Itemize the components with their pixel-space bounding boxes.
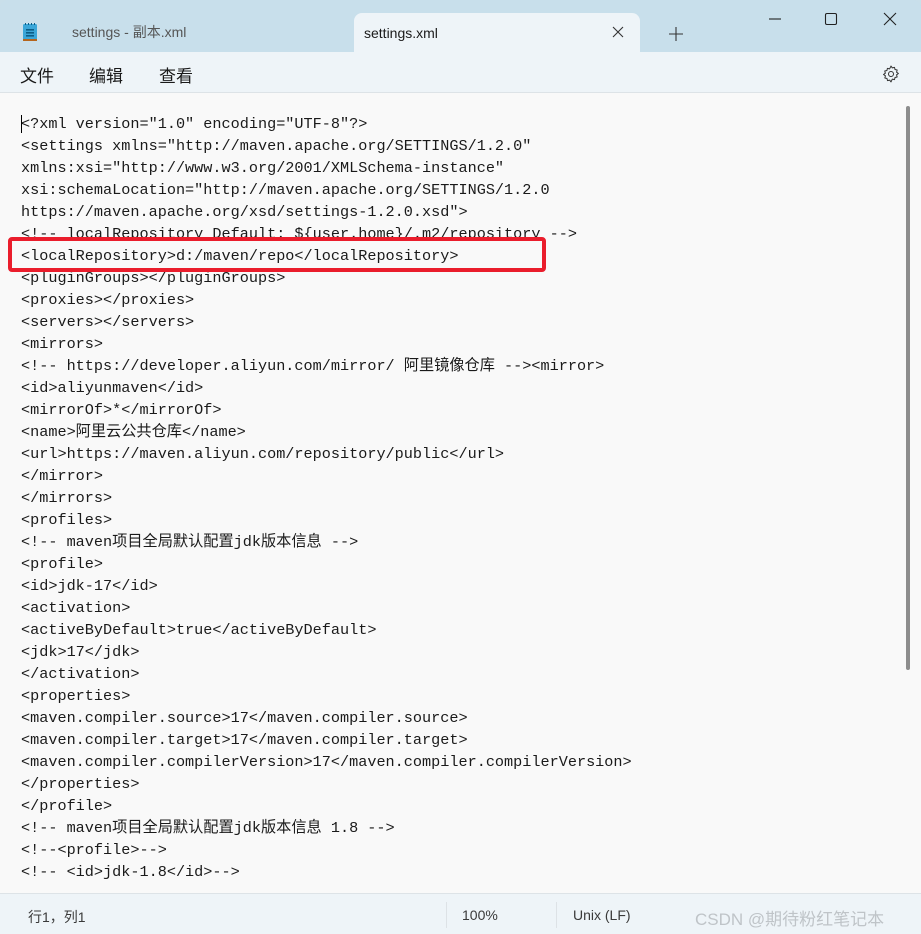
menu-edit[interactable]: 编辑 xyxy=(89,62,123,87)
code-line: <pluginGroups></pluginGroups> xyxy=(21,269,286,287)
notepad-window: settings - 副本.xml settings.xml 文件 编辑 查看 … xyxy=(0,0,921,934)
code-line: <!-- maven项目全局默认配置jdk版本信息 --> xyxy=(21,533,359,551)
vertical-scrollbar[interactable] xyxy=(906,106,910,670)
tab-label: settings.xml xyxy=(364,24,438,41)
tab-label: settings - 副本.xml xyxy=(72,24,187,40)
line-ending[interactable]: Unix (LF) xyxy=(573,907,631,923)
code-line: <name>阿里云公共仓库</name> xyxy=(21,423,246,441)
plus-icon xyxy=(669,27,683,41)
code-line: <profile> xyxy=(21,555,104,573)
code-line: <profiles> xyxy=(21,511,113,529)
minimize-button[interactable] xyxy=(755,6,795,32)
text-editor[interactable]: <?xml version="1.0" encoding="UTF-8"?> <s… xyxy=(0,93,921,893)
code-line: <!-- localRepository Default: ${user.hom… xyxy=(21,225,577,243)
menu-bar: 文件 编辑 查看 xyxy=(0,52,921,93)
title-bar: settings - 副本.xml settings.xml xyxy=(0,0,921,52)
close-tab-button[interactable] xyxy=(608,22,628,42)
close-icon xyxy=(883,12,897,26)
code-line: <!-- <id>jdk-1.8</id>--> xyxy=(21,863,240,881)
code-line: <activeByDefault>true</activeByDefault> xyxy=(21,621,377,639)
text-caret xyxy=(21,115,22,133)
cursor-position: 行1，列1 xyxy=(28,909,86,925)
status-divider xyxy=(556,902,557,928)
code-line: <jdk>17</jdk> xyxy=(21,643,140,661)
code-line: <!-- https://developer.aliyun.com/mirror… xyxy=(21,357,605,375)
code-line: <servers></servers> xyxy=(21,313,195,331)
code-line: </properties> xyxy=(21,775,140,793)
close-window-button[interactable] xyxy=(870,6,910,32)
code-line: <proxies></proxies> xyxy=(21,291,195,309)
code-line: <url>https://maven.aliyun.com/repository… xyxy=(21,445,505,463)
code-line: </profile> xyxy=(21,797,113,815)
code-line: </mirrors> xyxy=(21,489,113,507)
code-line: </activation> xyxy=(21,665,140,683)
code-line: xsi:schemaLocation="http://maven.apache.… xyxy=(21,181,550,199)
code-line: <id>aliyunmaven</id> xyxy=(21,379,204,397)
code-line-highlighted: <localRepository>d:/maven/repo</localRep… xyxy=(21,247,459,265)
code-line: <settings xmlns="http://maven.apache.org… xyxy=(21,137,532,155)
code-line: <mirrors> xyxy=(21,335,104,353)
menu-file[interactable]: 文件 xyxy=(20,62,54,87)
code-line: <maven.compiler.source>17</maven.compile… xyxy=(21,709,468,727)
menu-view[interactable]: 查看 xyxy=(159,62,193,87)
code-line: <mirrorOf>*</mirrorOf> xyxy=(21,401,222,419)
tab-settings[interactable]: settings.xml xyxy=(354,13,640,52)
watermark: CSDN @期待粉红笔记本 xyxy=(695,910,885,929)
maximize-icon xyxy=(824,12,838,26)
code-line: <!--<profile>--> xyxy=(21,841,167,859)
maximize-button[interactable] xyxy=(811,6,851,32)
settings-button[interactable] xyxy=(878,61,904,87)
code-line: <maven.compiler.compilerVersion>17</mave… xyxy=(21,753,632,771)
code-line: <!-- maven项目全局默认配置jdk版本信息 1.8 --> xyxy=(21,819,395,837)
close-icon xyxy=(612,26,624,38)
notepad-icon xyxy=(22,22,38,42)
code-line: https://maven.apache.org/xsd/settings-1.… xyxy=(21,203,468,221)
new-tab-button[interactable] xyxy=(664,22,688,46)
gear-icon xyxy=(883,65,899,83)
status-bar: 行1，列1 100% Unix (LF) CSDN @期待粉红笔记本 xyxy=(0,893,921,934)
status-divider xyxy=(446,902,447,928)
code-line: <properties> xyxy=(21,687,131,705)
zoom-level[interactable]: 100% xyxy=(462,907,498,923)
code-line: <?xml version="1.0" encoding="UTF-8"?> xyxy=(21,115,368,133)
code-line: <maven.compiler.target>17</maven.compile… xyxy=(21,731,468,749)
code-line: xmlns:xsi="http://www.w3.org/2001/XMLSch… xyxy=(21,159,505,177)
tab-settings-copy[interactable]: settings - 副本.xml xyxy=(56,12,346,52)
code-line: </mirror> xyxy=(21,467,104,485)
minimize-icon xyxy=(769,18,781,20)
code-line: <id>jdk-17</id> xyxy=(21,577,158,595)
code-text[interactable]: <?xml version="1.0" encoding="UTF-8"?> <s… xyxy=(21,113,632,883)
code-line: <activation> xyxy=(21,599,131,617)
